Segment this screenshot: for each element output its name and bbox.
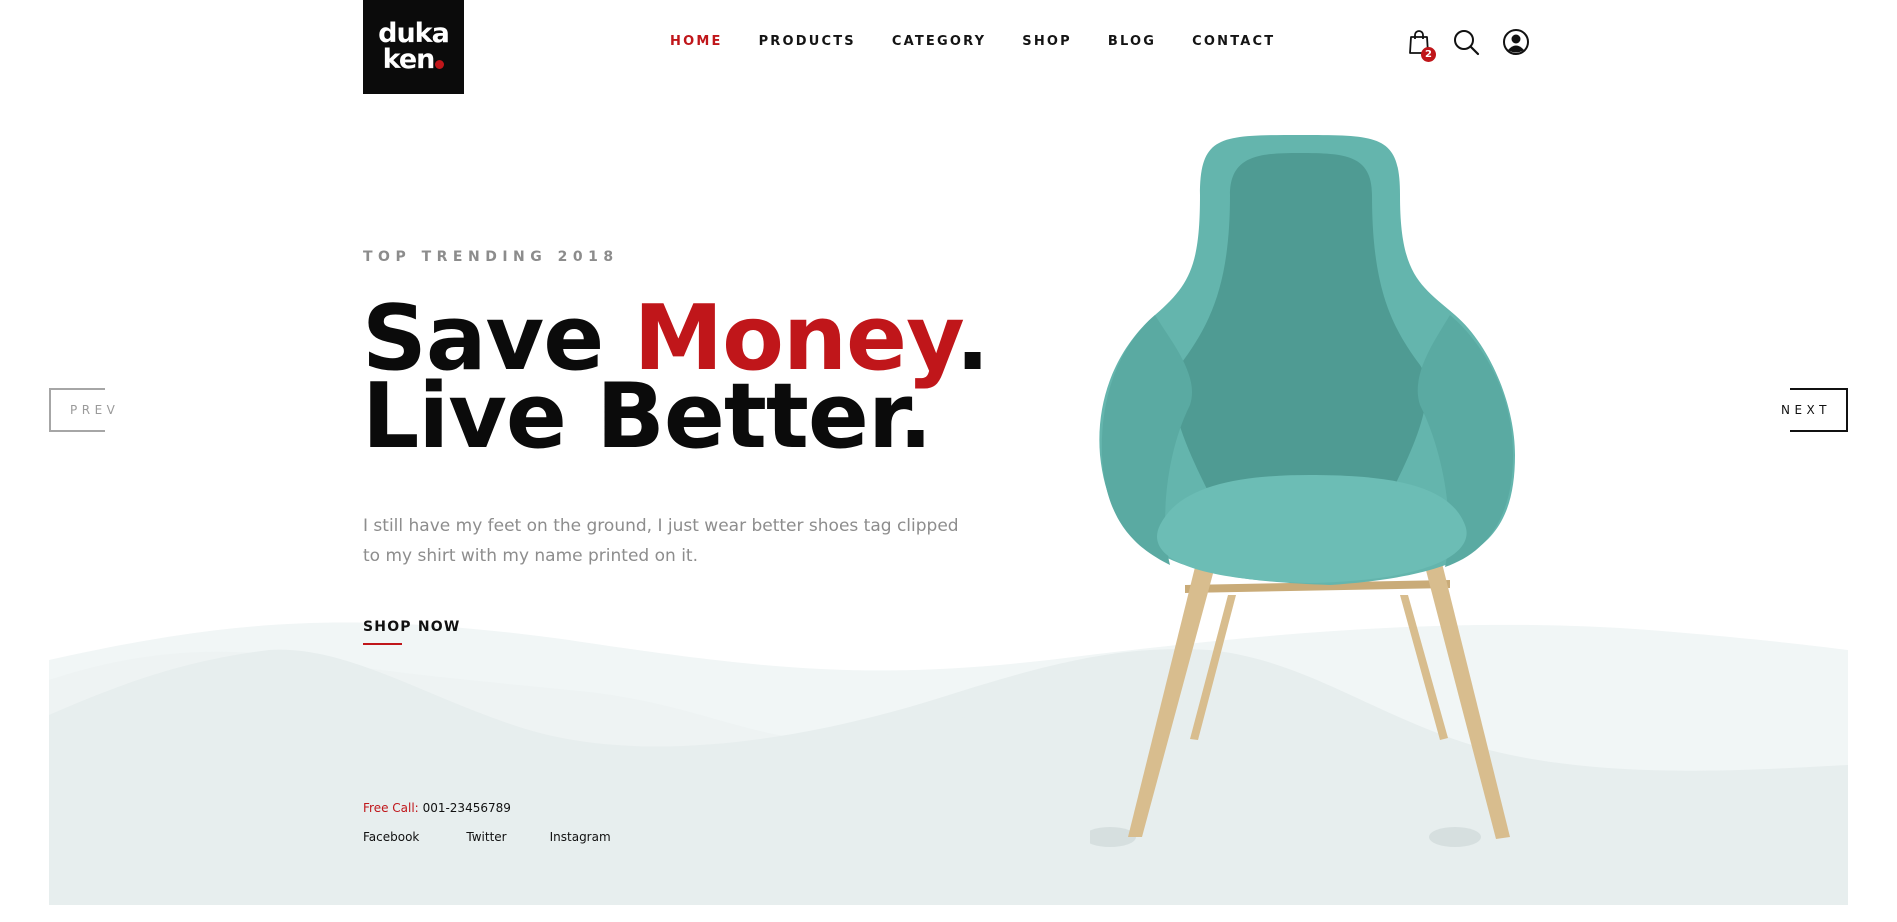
brand-logo[interactable]: duka ken <box>363 0 464 94</box>
account-button[interactable] <box>1502 28 1530 61</box>
nav-item-products[interactable]: PRODUCTS <box>759 34 856 49</box>
chair-seat <box>1157 475 1467 583</box>
wave-background <box>49 622 1848 905</box>
nav-item-home[interactable]: HOME <box>670 34 723 49</box>
shop-now-label: SHOP NOW <box>363 619 461 635</box>
user-icon <box>1503 29 1529 55</box>
shop-now-underline <box>363 643 402 645</box>
hero-description: I still have my feet on the ground, I ju… <box>363 516 959 566</box>
chair-shadow-right <box>1429 827 1481 847</box>
logo-text-line2: ken <box>382 44 436 75</box>
social-link-facebook[interactable]: Facebook <box>363 830 419 844</box>
social-link-instagram[interactable]: Instagram <box>550 830 611 844</box>
cart-count-badge: 2 <box>1421 47 1436 62</box>
hero-headline: Save Money. Live Better. <box>362 294 990 469</box>
headline-line2: Live Better. <box>362 364 933 469</box>
nav-item-contact[interactable]: CONTACT <box>1192 34 1275 49</box>
social-link-twitter[interactable]: Twitter <box>466 830 506 844</box>
nav-item-shop[interactable]: SHOP <box>1022 34 1072 49</box>
social-links: Facebook Twitter Instagram <box>363 830 611 844</box>
chair-image <box>1090 135 1515 847</box>
shop-now-button[interactable]: SHOP NOW <box>363 619 461 645</box>
main-nav: HOME PRODUCTS CATEGORY SHOP BLOG CONTACT <box>670 34 1311 49</box>
prev-label: PREV <box>70 403 120 417</box>
search-button[interactable] <box>1452 28 1480 61</box>
phone-number[interactable]: 001-23456789 <box>423 801 511 815</box>
free-call-label: Free Call: <box>363 801 419 815</box>
header-icons: 2 <box>1408 28 1530 62</box>
hero-eyebrow: TOP TRENDING 2018 <box>363 249 619 265</box>
prev-slide-button[interactable]: PREV <box>49 388 115 432</box>
next-label: NEXT <box>1781 403 1831 417</box>
logo-dot-icon <box>435 60 445 69</box>
search-icon <box>1454 30 1480 56</box>
next-slide-button[interactable]: NEXT <box>1781 388 1848 432</box>
nav-item-blog[interactable]: BLOG <box>1108 34 1156 49</box>
cart-button[interactable]: 2 <box>1408 29 1436 62</box>
nav-item-category[interactable]: CATEGORY <box>892 34 986 49</box>
free-call-line: Free Call: 001-23456789 <box>363 801 511 815</box>
headline-period: . <box>955 286 990 391</box>
